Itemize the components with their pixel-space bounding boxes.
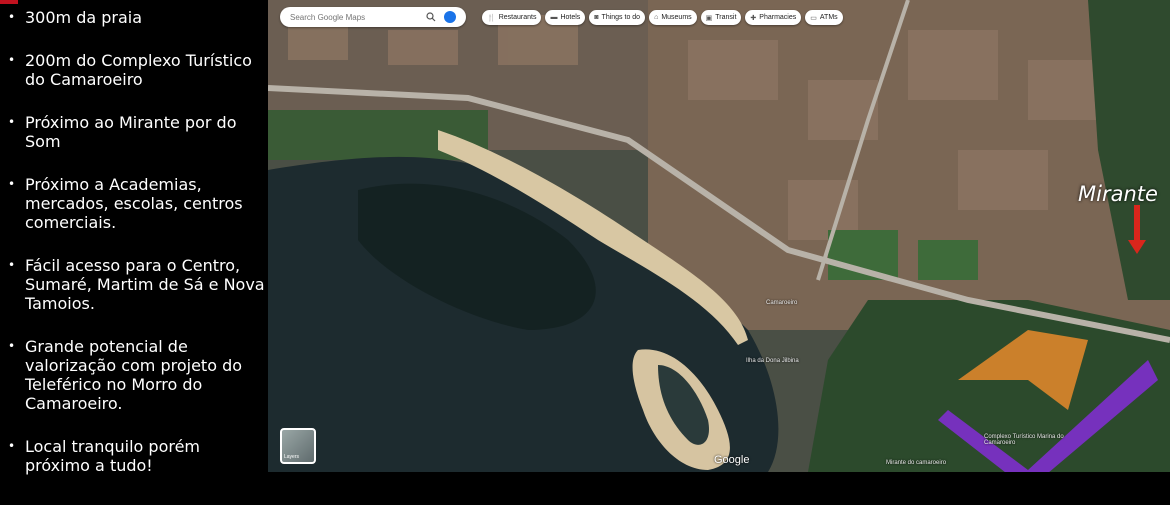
transit-icon: ▣ — [705, 14, 713, 22]
feature-item: Próximo a Academias, mercados, escolas, … — [0, 175, 268, 232]
search-icon[interactable] — [426, 12, 436, 22]
museum-icon: ⌂ — [654, 14, 659, 21]
atm-icon: ▭ — [810, 14, 817, 22]
chip-museums[interactable]: ⌂ Museums — [649, 10, 697, 25]
chip-pharmacies[interactable]: ✚ Pharmacies — [745, 10, 802, 25]
feature-list: 300m da praia 200m do Complexo Turístico… — [0, 8, 268, 499]
feature-item: 300m da praia — [0, 8, 268, 27]
layers-label: Layers — [284, 454, 300, 460]
restaurant-icon: 🍴 — [487, 14, 496, 22]
feature-item: Local tranquilo porém próximo a tudo! — [0, 437, 268, 475]
bottom-strip — [268, 472, 1170, 505]
google-watermark: Google — [714, 454, 750, 466]
camera-icon: ◙ — [594, 14, 599, 21]
search-input[interactable] — [288, 11, 422, 23]
chip-restaurants[interactable]: 🍴 Restaurants — [482, 10, 542, 25]
chip-hotels[interactable]: ▬ Hotels — [545, 10, 586, 25]
satellite-imagery — [268, 0, 1170, 472]
chip-things-to-do[interactable]: ◙ Things to do — [589, 10, 646, 25]
place-label[interactable]: Ilha da Dona Jilbina — [746, 358, 799, 364]
search-box[interactable] — [280, 7, 466, 27]
category-chips: 🍴 Restaurants ▬ Hotels ◙ Things to do ⌂ Muse… — [482, 10, 843, 25]
feature-item: Grande potencial de valorização com proj… — [0, 337, 268, 413]
directions-icon[interactable] — [444, 11, 456, 23]
place-label[interactable]: Camaroeiro — [766, 300, 797, 306]
chip-transit[interactable]: ▣ Transit — [700, 10, 742, 25]
feature-item: Próximo ao Mirante por do Som — [0, 113, 268, 151]
feature-item: 200m do Complexo Turístico do Camaroeiro — [0, 51, 268, 89]
feature-item: Fácil acesso para o Centro, Sumaré, Mart… — [0, 256, 268, 313]
info-panel: 300m da praia 200m do Complexo Turístico… — [0, 0, 268, 505]
accent-bar — [0, 0, 18, 4]
chip-atms[interactable]: ▭ ATMs — [805, 10, 843, 25]
place-label[interactable]: Mirante do camaroeiro — [886, 460, 946, 466]
layers-button[interactable]: Layers — [280, 428, 316, 464]
mirante-annotation: Mirante — [1078, 182, 1158, 206]
place-label[interactable]: Complexo Turístico Marina do Camaroeiro — [984, 434, 1074, 446]
satellite-map[interactable]: 🍴Restaurants ▬Hotels ◙Things to do ⌂Muse… — [268, 0, 1170, 472]
hotel-icon: ▬ — [550, 14, 558, 21]
pharmacy-icon: ✚ — [750, 14, 757, 22]
